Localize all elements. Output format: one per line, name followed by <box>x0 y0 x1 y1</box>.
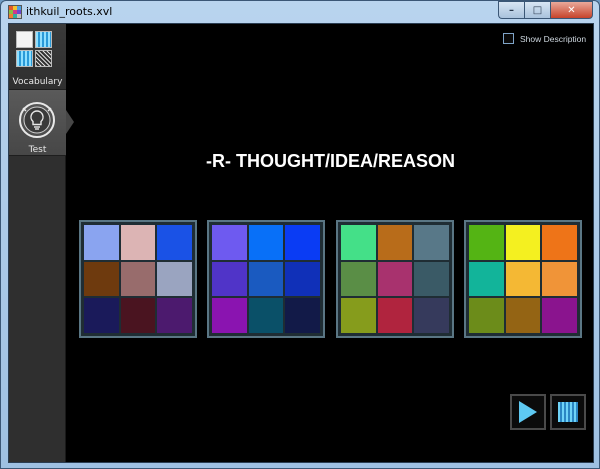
color-swatch <box>248 298 284 333</box>
color-swatch <box>377 225 413 260</box>
answer-tile[interactable] <box>79 220 197 338</box>
play-button[interactable] <box>510 394 546 430</box>
answer-tile[interactable] <box>464 220 582 338</box>
color-swatch <box>285 298 320 333</box>
lightbulb-icon <box>19 102 55 138</box>
show-description-label: Show Description <box>520 33 587 44</box>
window-title: ithkuil_roots.xvl <box>26 5 113 18</box>
minimize-button[interactable]: – <box>498 1 524 19</box>
app-window: ithkuil_roots.xvl – □ ✕ Vocabulary Test … <box>0 0 600 469</box>
play-icon <box>519 401 537 423</box>
color-swatch <box>542 298 577 333</box>
color-swatch <box>414 261 449 297</box>
color-swatch <box>469 261 504 297</box>
sidebar-item-test[interactable]: Test <box>9 90 66 156</box>
vocabulary-grid-icon <box>16 31 52 67</box>
client-area: Vocabulary Test Show Description -R- THO… <box>8 23 594 463</box>
sidebar-item-label: Vocabulary <box>12 77 63 87</box>
color-swatch <box>377 298 413 333</box>
show-description-checkbox[interactable] <box>503 33 514 44</box>
answer-tile[interactable] <box>207 220 325 338</box>
color-swatch <box>212 298 247 333</box>
color-swatch <box>505 261 541 297</box>
sidebar-item-label: Test <box>28 145 47 155</box>
color-swatch <box>84 225 119 260</box>
color-swatch <box>505 225 541 260</box>
app-logo-icon <box>8 5 22 19</box>
color-swatch <box>285 225 320 260</box>
color-swatch <box>120 225 156 260</box>
stop-button[interactable] <box>550 394 586 430</box>
color-swatch <box>341 298 376 333</box>
color-swatch <box>542 225 577 260</box>
show-description-toggle[interactable]: Show Description <box>503 33 586 44</box>
color-swatch <box>414 225 449 260</box>
color-swatch <box>469 225 504 260</box>
active-item-pointer <box>66 110 74 134</box>
word-title: -R- THOUGHT/IDEA/REASON <box>206 151 455 171</box>
color-swatch <box>505 298 541 333</box>
sidebar-item-vocabulary[interactable]: Vocabulary <box>9 24 66 90</box>
color-swatch <box>469 298 504 333</box>
color-swatch <box>157 298 192 333</box>
color-swatch <box>285 261 320 297</box>
color-swatch <box>157 261 192 297</box>
color-swatch <box>377 261 413 297</box>
color-swatch <box>212 261 247 297</box>
sidebar: Vocabulary Test <box>9 24 66 462</box>
color-swatch <box>84 298 119 333</box>
color-swatch <box>542 261 577 297</box>
window-controls: – □ ✕ <box>498 1 593 19</box>
color-swatch <box>84 261 119 297</box>
title-bar[interactable]: ithkuil_roots.xvl – □ ✕ <box>1 1 599 23</box>
color-swatch <box>341 225 376 260</box>
color-swatch <box>120 261 156 297</box>
maximize-button[interactable]: □ <box>524 1 550 19</box>
color-swatch <box>157 225 192 260</box>
color-swatch <box>212 225 247 260</box>
color-swatch <box>414 298 449 333</box>
stop-icon <box>558 402 578 422</box>
answer-tile[interactable] <box>336 220 454 338</box>
color-swatch <box>248 261 284 297</box>
color-swatch <box>248 225 284 260</box>
color-swatch <box>341 261 376 297</box>
close-button[interactable]: ✕ <box>550 1 593 19</box>
color-swatch <box>120 298 156 333</box>
